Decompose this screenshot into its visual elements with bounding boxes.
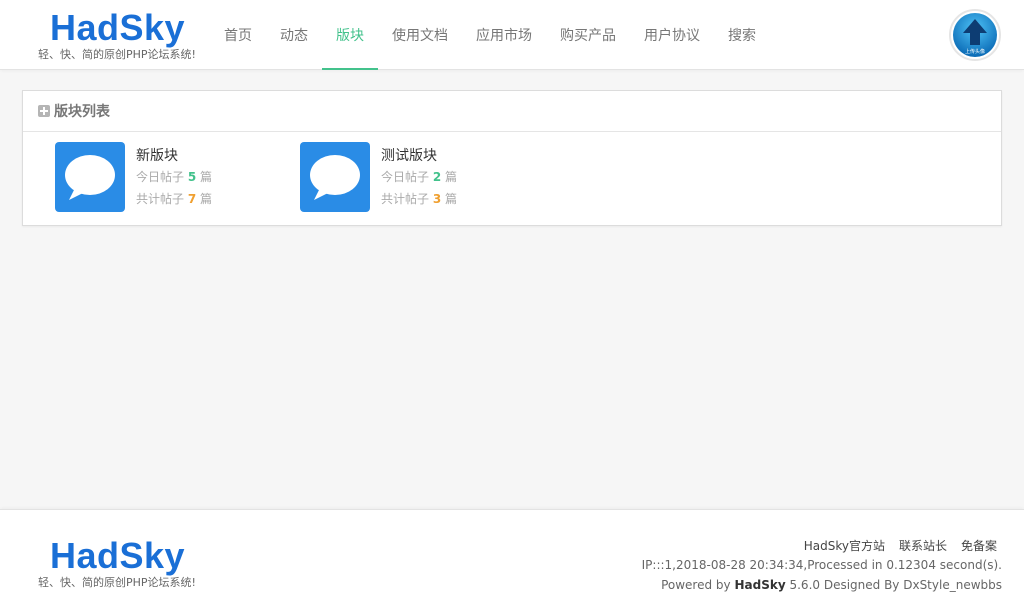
total-posts: 共计帖子 3 篇 [381,190,457,207]
nav-item-docs[interactable]: 使用文档 [378,0,462,70]
logo-subtitle: 轻、快、简的原创PHP论坛系统! [38,48,196,61]
footer-links: HadSky官方站 联系站长 免备案 [804,537,997,554]
main-nav: 首页 动态 版块 使用文档 应用市场 购买产品 用户协议 搜索 [210,0,770,70]
footer-ip-line: IP:::1,2018-08-28 20:34:34,Processed in … [641,558,1002,572]
today-count: 2 [432,170,442,184]
today-posts: 今日帖子 5 篇 [136,168,212,185]
total-label: 共计帖子 [381,192,430,206]
site-logo[interactable]: HadSky 轻、快、简的原创PHP论坛系统! [38,8,198,64]
footer-link-official[interactable]: HadSky官方站 [804,537,885,554]
footer-link-icp[interactable]: 免备案 [961,537,997,554]
footer-link-contact[interactable]: 联系站长 [899,537,947,554]
today-label: 今日帖子 [381,170,430,184]
nav-item-home[interactable]: 首页 [210,0,266,70]
logo-title: HadSky [50,7,186,48]
post-unit: 篇 [200,170,213,184]
footer-logo-title: HadSky [50,535,186,576]
today-label: 今日帖子 [136,170,185,184]
site-footer: HadSky 轻、快、简的原创PHP论坛系统! HadSky官方站 联系站长 免… [0,509,1024,614]
forum-name[interactable]: 新版块 [136,145,178,165]
chat-bubble-icon[interactable] [300,142,370,212]
avatar[interactable]: 上传头像 [949,9,1001,61]
post-unit: 篇 [445,192,458,206]
post-unit: 篇 [200,192,213,206]
footer-logo[interactable]: HadSky 轻、快、简的原创PHP论坛系统! [38,536,198,592]
nav-item-buy[interactable]: 购买产品 [546,0,630,70]
today-posts: 今日帖子 2 篇 [381,168,457,185]
forum-card[interactable]: 测试版块 今日帖子 2 篇 共计帖子 3 篇 [300,142,540,214]
forum-list-panel: 版块列表 新版块 今日帖子 5 篇 共计帖子 7 篇 测试版块 今日帖子 2 篇… [22,90,1002,226]
post-unit: 篇 [445,170,458,184]
powered-suffix: 5.6.0 Designed By DxStyle_newbbs [789,578,1002,592]
nav-item-forums[interactable]: 版块 [322,0,378,70]
powered-brand[interactable]: HadSky [734,578,785,592]
upload-avatar-icon: 上传头像 [953,13,997,57]
footer-logo-subtitle: 轻、快、简的原创PHP论坛系统! [38,576,196,589]
panel-title: 版块列表 [54,104,110,120]
powered-prefix: Powered by [661,578,731,592]
total-posts: 共计帖子 7 篇 [136,190,212,207]
total-count: 7 [187,192,197,206]
forum-name[interactable]: 测试版块 [381,145,437,165]
nav-item-search[interactable]: 搜索 [714,0,770,70]
total-count: 3 [432,192,442,206]
footer-powered: Powered by HadSky 5.6.0 Designed By DxSt… [661,578,1002,592]
chat-bubble-icon[interactable] [55,142,125,212]
site-header: HadSky 轻、快、简的原创PHP论坛系统! 首页 动态 版块 使用文档 应用… [0,0,1024,70]
plus-icon [38,105,50,117]
panel-header: 版块列表 [23,91,1001,132]
today-count: 5 [187,170,197,184]
nav-item-app-market[interactable]: 应用市场 [462,0,546,70]
avatar-label: 上传头像 [965,48,985,55]
total-label: 共计帖子 [136,192,185,206]
forum-card[interactable]: 新版块 今日帖子 5 篇 共计帖子 7 篇 [55,142,295,214]
nav-item-dynamic[interactable]: 动态 [266,0,322,70]
nav-item-agreement[interactable]: 用户协议 [630,0,714,70]
